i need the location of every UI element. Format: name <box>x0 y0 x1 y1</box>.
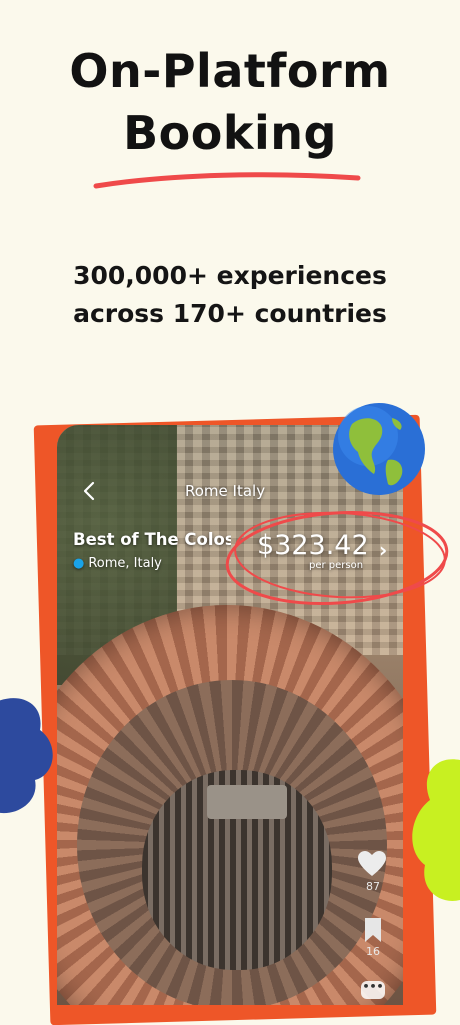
headline-line-2: Booking <box>123 106 337 160</box>
subheadline-line-1: 300,000+ experiences <box>73 261 387 290</box>
green-blob-decoration <box>412 759 460 901</box>
globe-icon <box>333 403 425 495</box>
subheadline: 300,000+ experiences across 170+ countri… <box>0 257 460 333</box>
more-icon[interactable]: ••• <box>361 981 385 999</box>
headline-line-1: On-Platform <box>69 44 391 98</box>
bookmark-icon[interactable] <box>364 917 382 943</box>
headline: On-Platform Booking <box>0 40 460 164</box>
nav-title: Rome Italy <box>185 482 266 500</box>
price-highlight-circle <box>225 510 449 606</box>
chevron-left-icon <box>83 481 95 501</box>
like-count: 87 <box>366 880 380 893</box>
arena-floor <box>207 785 287 819</box>
tour-location-label: Rome, Italy <box>88 556 162 571</box>
headline-underline <box>93 172 361 189</box>
tour-location: ● Rome, Italy <box>73 556 162 571</box>
back-button[interactable] <box>82 480 96 508</box>
blue-blob-decoration <box>0 698 53 814</box>
tour-title[interactable]: Best of The Colosseum <box>73 530 231 549</box>
save-count: 16 <box>366 945 380 958</box>
map-pin-icon: ● <box>73 556 85 571</box>
subheadline-line-2: across 170+ countries <box>73 299 387 328</box>
heart-icon[interactable] <box>357 850 387 878</box>
